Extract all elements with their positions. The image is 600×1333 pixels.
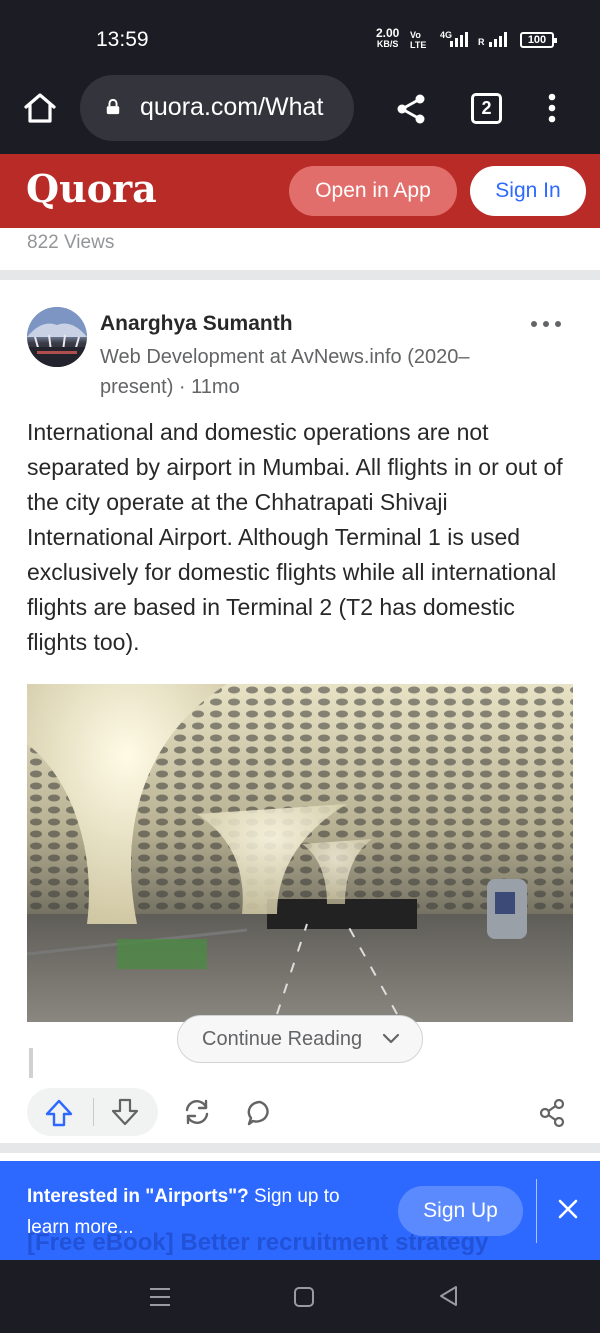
nav-home-icon[interactable]	[293, 1286, 315, 1308]
upvote-arrow-icon[interactable]	[44, 1098, 74, 1128]
airport-terminal-photo	[27, 684, 573, 1022]
comment-icon[interactable]	[246, 1099, 274, 1127]
section-divider	[0, 270, 600, 280]
signal-icon-2	[489, 31, 507, 47]
vote-divider	[93, 1098, 94, 1126]
continue-reading-label: Continue Reading	[202, 1028, 363, 1050]
section-divider-2	[0, 1143, 600, 1153]
signup-banner: [Free eBook] Better recruitment strategy…	[0, 1161, 600, 1260]
volte-top: Vo	[410, 30, 421, 40]
lock-icon	[106, 99, 120, 115]
share-icon[interactable]	[394, 92, 428, 126]
answer-actions	[0, 1086, 600, 1138]
quora-header: Quora Open in App Sign In	[0, 154, 600, 228]
sign-in-button[interactable]: Sign In	[470, 166, 586, 216]
tab-count: 2	[481, 98, 492, 118]
author-credential: Web Development at AvNews.info (2020–pre…	[100, 346, 470, 398]
avatar[interactable]	[27, 307, 87, 367]
clock: 13:59	[96, 28, 149, 51]
more-vert-icon[interactable]	[540, 90, 564, 126]
continue-reading-button[interactable]: Continue Reading	[177, 1015, 423, 1063]
vote-group	[27, 1088, 158, 1136]
signup-topic: Interested in "Airports"?	[27, 1186, 249, 1207]
quora-logo[interactable]: Quora	[26, 166, 157, 211]
open-in-app-button[interactable]: Open in App	[289, 166, 457, 216]
battery-level: 100	[527, 34, 547, 46]
volte-bottom: LTE	[410, 40, 427, 50]
tab-switcher-button[interactable]: 2	[471, 93, 502, 124]
recents-menu-icon[interactable]	[148, 1286, 172, 1308]
share-icon[interactable]	[539, 1098, 565, 1128]
url-text[interactable]: quora.com/What	[140, 93, 350, 122]
roaming-indicator: R	[478, 37, 485, 47]
network-speed: 2.00 KB/S	[376, 26, 400, 50]
more-options-icon[interactable]	[528, 312, 564, 336]
chevron-down-icon	[382, 1033, 400, 1044]
signal-icon	[450, 31, 468, 47]
downvote-arrow-icon[interactable]	[111, 1098, 139, 1126]
address-bar[interactable]: quora.com/What	[80, 75, 354, 141]
quote-bar	[29, 1048, 33, 1078]
nav-back-icon[interactable]	[437, 1284, 459, 1308]
system-nav-bar	[0, 1260, 600, 1333]
network-speed-unit: KB/S	[376, 39, 399, 49]
banner-divider	[536, 1179, 537, 1243]
home-icon[interactable]	[22, 90, 58, 126]
close-icon[interactable]	[556, 1197, 580, 1221]
view-count: 822 Views	[27, 232, 115, 253]
status-bar: 13:59 2.00 KB/S Vo LTE 4G R 100	[0, 0, 600, 70]
network-speed-value: 2.00	[376, 26, 400, 40]
reshare-icon[interactable]	[182, 1098, 212, 1126]
battery-icon: 100	[520, 32, 557, 48]
volte-indicator: Vo LTE	[410, 30, 426, 50]
signup-message: Interested in "Airports"? Sign up to lea…	[27, 1181, 387, 1243]
sign-up-button[interactable]: Sign Up	[398, 1186, 523, 1236]
browser-toolbar: quora.com/What 2	[0, 70, 600, 154]
author-name[interactable]: Anarghya Sumanth	[100, 312, 293, 336]
avatar-image	[27, 307, 87, 367]
answer-text: International and domestic operations ar…	[27, 419, 563, 655]
